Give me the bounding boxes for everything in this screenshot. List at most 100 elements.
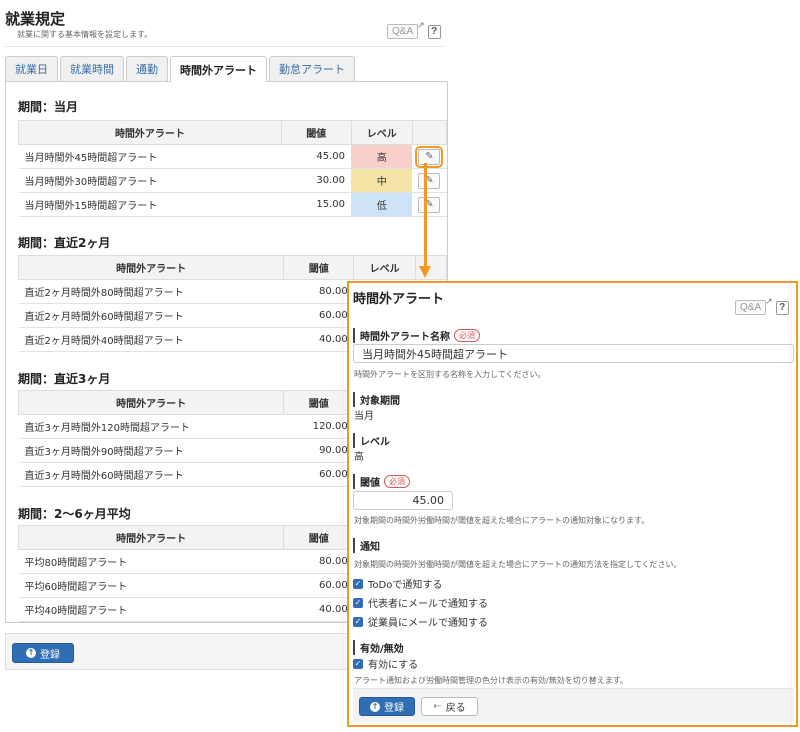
required-badge: 必須 xyxy=(454,329,480,342)
alert-threshold: 60.00 xyxy=(283,462,354,487)
required-badge: 必須 xyxy=(384,475,410,488)
level-value: 高 xyxy=(354,452,364,463)
alert-threshold: 60.00 xyxy=(283,573,354,598)
tab-label: 通勤 xyxy=(136,63,158,76)
column-header-action xyxy=(411,120,448,145)
tab-workdays[interactable]: 就業日 xyxy=(5,56,58,81)
label-text: 時間外アラート名称 xyxy=(360,332,450,343)
tab-label: 時間外アラート xyxy=(180,63,257,77)
upload-icon: ↑ xyxy=(26,648,36,658)
edit-button[interactable]: ✎ xyxy=(418,172,441,189)
alert-threshold: 80.00 xyxy=(283,279,354,304)
action-cell: ✎ xyxy=(412,168,447,193)
qa-button[interactable]: Q&A xyxy=(387,24,419,39)
column-header-threshold: 閾値 xyxy=(283,255,355,280)
notify-todo-checkbox[interactable]: ✓ ToDoで通知する xyxy=(353,576,442,591)
name-field-label: 時間外アラート名称 必須 xyxy=(353,328,480,343)
dialog-register-button[interactable]: ↑ 登録 xyxy=(359,697,415,716)
alert-table: 時間外アラート 閾値 レベル 当月時間外45時間超アラート 45.00 高 ✎ … xyxy=(18,120,448,217)
alert-threshold: 40.00 xyxy=(283,327,354,352)
register-label: 登録 xyxy=(40,649,60,661)
help-icon[interactable]: ? xyxy=(427,24,441,39)
column-header-threshold: 閾値 xyxy=(283,390,355,415)
column-header-name: 時間外アラート xyxy=(17,255,285,280)
column-header-threshold: 閾値 xyxy=(283,525,355,550)
alert-name-input[interactable]: 当月時間外45時間超アラート xyxy=(353,344,794,363)
threshold-input[interactable]: 45.00 xyxy=(353,491,453,510)
alert-name: 当月時間外30時間超アラート xyxy=(18,168,282,193)
checkbox-checked-icon: ✓ xyxy=(353,616,363,627)
alert-name: 直近3ヶ月時間外60時間超アラート xyxy=(18,462,284,487)
dialog-qa-links: Q&A ↗ ? xyxy=(735,296,789,315)
qa-links: Q&A ↗ ? xyxy=(387,20,441,39)
tab-bar: 就業日 就業時間 通勤 時間外アラート 勤怠アラート xyxy=(5,56,355,82)
alert-name: 直近2ヶ月時間外40時間超アラート xyxy=(18,327,284,352)
page-description: 就業に関する基本情報を設定します。 xyxy=(17,30,153,39)
checkbox-label: 従業員にメールで通知する xyxy=(368,618,488,629)
enable-hint: アラート通知および労働時間管理の色分け表示の有効/無効を切り替えます。 xyxy=(354,676,628,685)
label-text: 対象期間 xyxy=(360,396,400,407)
tab-work-hours[interactable]: 就業時間 xyxy=(60,56,124,81)
notify-representative-checkbox[interactable]: ✓ 代表者にメールで通知する xyxy=(353,595,488,610)
action-cell: ✎ xyxy=(412,144,447,169)
notify-label: 通知 xyxy=(353,538,380,553)
external-link-icon: ↗ xyxy=(417,20,425,31)
alert-threshold: 60.00 xyxy=(283,303,354,328)
alert-threshold: 15.00 xyxy=(281,192,351,217)
dialog-footer: ↑ 登録 ← 戻る xyxy=(353,688,794,722)
period-value: 当月 xyxy=(354,411,374,422)
notify-employee-checkbox[interactable]: ✓ 従業員にメールで通知する xyxy=(353,614,488,629)
edit-button[interactable]: ✎ xyxy=(415,145,444,168)
alert-threshold: 45.00 xyxy=(281,144,351,169)
threshold-hint: 対象期間の時間外労働時間が閾値を超えた場合にアラートの通知対象になります。 xyxy=(354,516,650,525)
alert-name: 直近3ヶ月時間外120時間超アラート xyxy=(18,414,284,439)
tab-overtime-alert[interactable]: 時間外アラート xyxy=(170,56,267,82)
table-row: 当月時間外45時間超アラート 45.00 高 ✎ xyxy=(18,144,447,169)
edit-dialog: 時間外アラート Q&A ↗ ? 時間外アラート名称 必須 当月時間外45時間超ア… xyxy=(347,281,798,727)
connector-arrowhead xyxy=(419,266,431,278)
column-header-name: 時間外アラート xyxy=(17,525,285,550)
checkbox-label: ToDoで通知する xyxy=(368,580,443,591)
level-label: レベル xyxy=(353,433,390,448)
alert-name: 直近2ヶ月時間外80時間超アラート xyxy=(18,279,284,304)
enable-label: 有効/無効 xyxy=(353,640,404,655)
checkbox-checked-icon: ✓ xyxy=(353,597,363,608)
label-text: レベル xyxy=(360,437,390,448)
label-text: 通知 xyxy=(360,542,380,553)
alert-threshold: 120.00 xyxy=(283,414,354,439)
tab-label: 就業日 xyxy=(15,63,48,76)
qa-button[interactable]: Q&A xyxy=(735,300,767,315)
edit-button[interactable]: ✎ xyxy=(418,196,441,213)
alert-threshold: 90.00 xyxy=(283,438,354,463)
alert-name: 当月時間外45時間超アラート xyxy=(18,144,282,169)
back-button[interactable]: ← 戻る xyxy=(421,697,478,716)
checkbox-label: 代表者にメールで通知する xyxy=(368,599,488,610)
column-header-level: レベル xyxy=(350,120,413,145)
alert-level: 高 xyxy=(351,144,413,169)
register-button[interactable]: ↑ 登録 xyxy=(12,643,74,663)
alert-threshold: 30.00 xyxy=(281,168,351,193)
alert-name: 当月時間外15時間超アラート xyxy=(18,192,282,217)
help-icon[interactable]: ? xyxy=(775,300,789,315)
title-divider xyxy=(5,46,445,47)
table-header-row: 時間外アラート 閾値 レベル xyxy=(18,120,448,145)
action-cell: ✎ xyxy=(412,192,447,217)
connector-line xyxy=(424,163,427,267)
tab-commute[interactable]: 通勤 xyxy=(126,56,168,81)
alert-threshold: 40.00 xyxy=(283,597,354,622)
tab-attendance-alert[interactable]: 勤怠アラート xyxy=(269,56,355,81)
alert-threshold: 80.00 xyxy=(283,549,354,574)
register-label: 登録 xyxy=(384,703,404,714)
notify-hint: 対象期間の時間外労働時間が閾値を超えた場合にアラートの通知方法を指定してください… xyxy=(354,560,682,569)
alert-level: 中 xyxy=(351,168,413,193)
table-row: 当月時間外30時間超アラート 30.00 中 ✎ xyxy=(18,168,447,193)
threshold-label: 閾値 必須 xyxy=(353,474,410,489)
column-header-name: 時間外アラート xyxy=(18,120,282,145)
alert-name: 直近2ヶ月時間外60時間超アラート xyxy=(18,303,284,328)
external-link-icon: ↗ xyxy=(765,296,773,307)
tab-label: 勤怠アラート xyxy=(279,63,345,76)
alert-name: 平均60時間超アラート xyxy=(18,573,284,598)
name-hint: 時間外アラートを区別する名称を入力してください。 xyxy=(354,370,546,379)
checkbox-checked-icon: ✓ xyxy=(353,578,363,589)
enable-checkbox[interactable]: ✓ 有効にする xyxy=(353,656,418,671)
